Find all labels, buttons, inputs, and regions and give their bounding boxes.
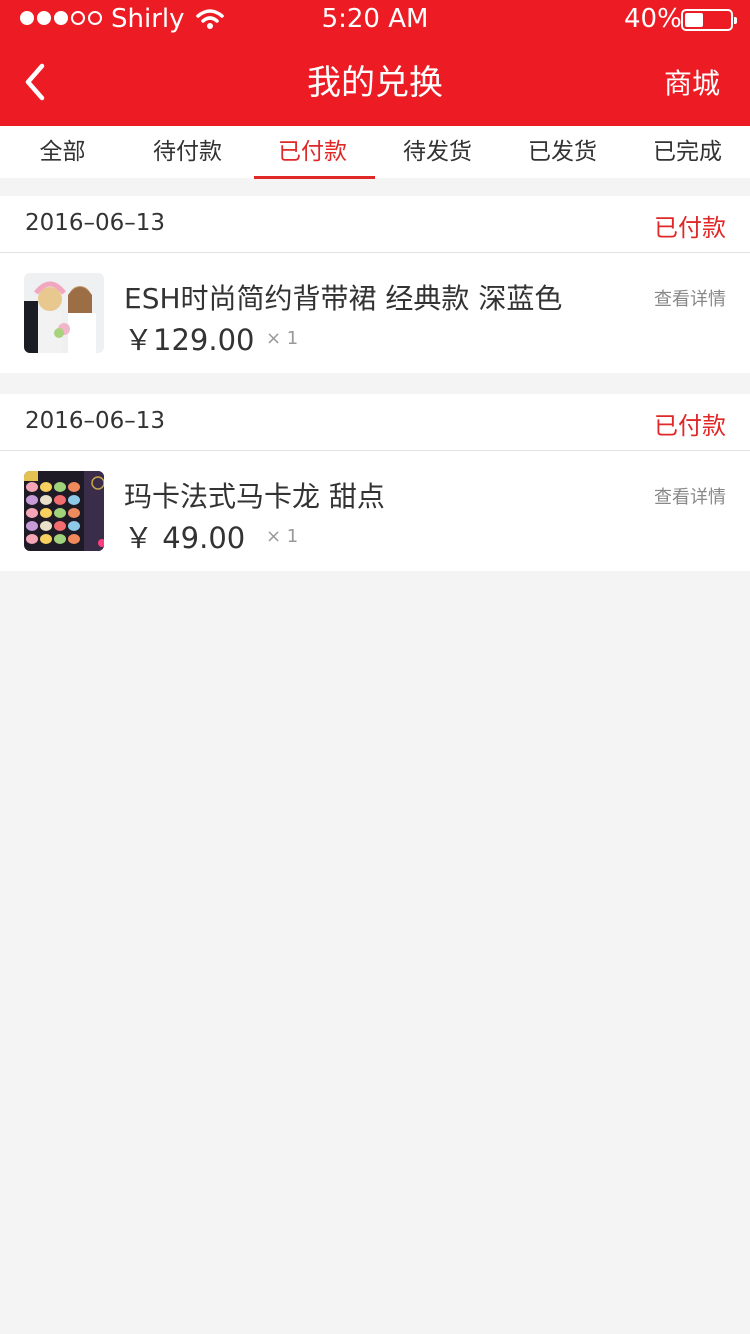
mall-button[interactable]: 商城	[664, 64, 720, 104]
tab-pending-payment[interactable]: 待付款	[125, 126, 250, 178]
order-item[interactable]: 玛卡法式马卡龙 甜点 ￥ 49.00 × 1 查看详情	[0, 451, 750, 571]
order-status-tabs: 全部 待付款 已付款 待发货 已发货 已完成	[0, 126, 750, 179]
product-name: 玛卡法式马卡龙 甜点	[124, 480, 385, 513]
view-details-link[interactable]: 查看详情	[654, 285, 726, 311]
order-header: 2016–06–13 已付款	[0, 394, 750, 451]
order-date: 2016–06–13	[25, 408, 166, 434]
product-price: ￥ 49.00	[124, 521, 246, 555]
battery-icon	[681, 9, 737, 31]
view-details-link[interactable]: 查看详情	[654, 483, 726, 509]
order-date: 2016–06–13	[25, 210, 166, 236]
tab-all[interactable]: 全部	[0, 126, 125, 178]
product-thumbnail	[24, 471, 104, 551]
product-thumbnail	[24, 273, 104, 353]
product-price: ￥129.00	[124, 323, 255, 357]
status-bar: Shirly 5:20 AM 40%	[0, 0, 750, 40]
page-title: 我的兑换	[307, 63, 443, 103]
order-card: 2016–06–13 已付款 玛卡法式马卡龙 甜点 ￥ 49.00 × 1 查看…	[0, 394, 750, 571]
product-quantity: × 1	[266, 526, 299, 547]
status-badge: 已付款	[654, 214, 726, 242]
tab-paid[interactable]: 已付款	[250, 126, 375, 179]
product-quantity: × 1	[266, 328, 299, 349]
tab-shipped[interactable]: 已发货	[500, 126, 625, 178]
battery-percent: 40%	[624, 4, 682, 34]
status-badge: 已付款	[654, 412, 726, 440]
product-name: ESH时尚简约背带裙 经典款 深蓝色	[124, 282, 563, 315]
tab-pending-shipment[interactable]: 待发货	[375, 126, 500, 178]
tab-completed[interactable]: 已完成	[625, 126, 750, 178]
order-item[interactable]: ESH时尚简约背带裙 经典款 深蓝色 ￥129.00 × 1 查看详情	[0, 253, 750, 373]
order-card: 2016–06–13 已付款 ESH时尚简约背带裙 经典款 深蓝色 ￥129.0…	[0, 196, 750, 373]
order-header: 2016–06–13 已付款	[0, 196, 750, 253]
app-header: Shirly 5:20 AM 40% 我的兑换 商城	[0, 0, 750, 126]
